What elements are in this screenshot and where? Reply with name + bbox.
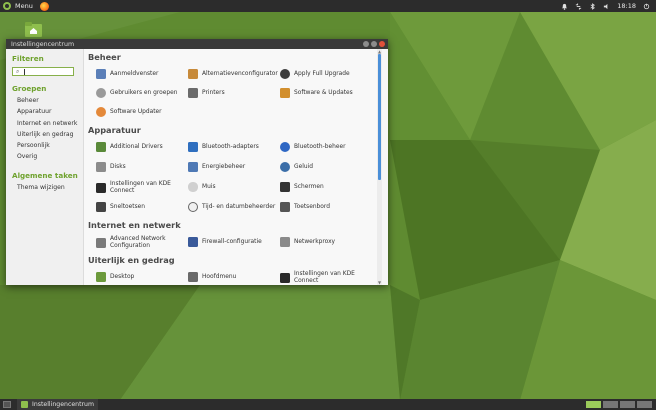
disks-icon xyxy=(96,162,106,172)
drivers-icon xyxy=(96,142,106,152)
keyboard-icon xyxy=(280,202,290,212)
mouse-icon xyxy=(188,182,198,192)
sidebar-item-uiterlijk[interactable]: Uiterlijk en gedrag xyxy=(17,131,83,138)
settings-item[interactable]: Geluid xyxy=(280,162,372,172)
settings-content: Beheer Aanmeldvenster Alternatievenconfi… xyxy=(84,49,382,285)
network-icon[interactable] xyxy=(575,2,582,10)
settings-item[interactable]: Schermen xyxy=(280,182,372,192)
workspace-1[interactable] xyxy=(586,401,601,408)
settings-item[interactable]: Tijd- en datumbeheerder xyxy=(188,202,280,212)
settings-item[interactable]: Bluetooth-adapters xyxy=(188,142,280,152)
settings-item[interactable]: Muis xyxy=(188,182,280,192)
category-heading: Apparatuur xyxy=(88,125,141,135)
home-folder-icon[interactable] xyxy=(25,21,42,37)
settings-item[interactable]: Alternatievenconfigurator xyxy=(188,69,280,79)
power-manager-icon xyxy=(188,162,198,172)
settings-app-icon xyxy=(21,401,28,408)
settings-item[interactable]: Energiebeheer xyxy=(188,162,280,172)
login-window-icon xyxy=(96,69,106,79)
settings-window: Instellingencentrum Filteren ⌕ Groepen B… xyxy=(6,39,388,285)
kde-connect-icon xyxy=(280,272,290,283)
bluetooth-icon[interactable] xyxy=(589,2,596,10)
category-heading: Uiterlijk en gedrag xyxy=(88,255,175,265)
updater-icon xyxy=(96,107,106,117)
sidebar: Filteren ⌕ Groepen Beheer Apparatuur Int… xyxy=(6,49,84,285)
settings-item[interactable]: Aanmeldvenster xyxy=(96,69,188,79)
groups-heading: Groepen xyxy=(12,84,47,93)
sidebar-item-internet[interactable]: Internet en netwerk xyxy=(17,120,83,127)
scrollbar[interactable]: ▲ ▼ xyxy=(377,49,382,285)
text-cursor xyxy=(24,69,25,75)
settings-item[interactable]: Netwerkproxy xyxy=(280,237,372,247)
settings-item[interactable]: Printers xyxy=(188,88,280,98)
close-button[interactable] xyxy=(379,41,385,47)
settings-item[interactable]: Bluetooth-beheer xyxy=(280,142,372,152)
scroll-down-arrow-icon[interactable]: ▼ xyxy=(377,280,382,285)
settings-item[interactable]: Toetsenbord xyxy=(280,202,372,212)
settings-item[interactable]: Software & Updates xyxy=(280,88,372,98)
taskbar-window-label: Instellingencentrum xyxy=(32,401,94,408)
sidebar-item-beheer[interactable]: Beheer xyxy=(17,97,83,104)
settings-item[interactable]: Hoofdmenu xyxy=(188,272,280,282)
sidebar-task-theme[interactable]: Thema wijzigen xyxy=(17,184,83,191)
settings-item[interactable]: Additional Drivers xyxy=(96,142,188,152)
workspace-3[interactable] xyxy=(620,401,635,408)
sidebar-item-apparatuur[interactable]: Apparatuur xyxy=(17,108,83,115)
proxy-icon xyxy=(280,237,290,247)
minimize-button[interactable] xyxy=(363,41,369,47)
category-heading: Internet en netwerk xyxy=(88,220,181,230)
settings-item[interactable]: Instellingen van KDE Connect xyxy=(280,271,372,284)
users-icon xyxy=(96,88,106,98)
settings-item[interactable]: Apply Full Upgrade xyxy=(280,69,372,79)
scrollbar-thumb[interactable] xyxy=(378,54,381,180)
bluetooth-manager-icon xyxy=(280,142,290,152)
bell-icon[interactable] xyxy=(561,3,568,10)
bluetooth-adapter-icon xyxy=(188,142,198,152)
settings-item[interactable]: Sneltoetsen xyxy=(96,202,188,212)
search-input[interactable]: ⌕ xyxy=(12,67,74,76)
desktop-icon xyxy=(96,272,106,282)
settings-item[interactable]: Software Updater xyxy=(96,107,188,117)
bottom-panel: Instellingencentrum xyxy=(0,399,656,410)
maximize-button[interactable] xyxy=(371,41,377,47)
window-titlebar[interactable]: Instellingencentrum xyxy=(6,39,388,49)
workspace-switcher xyxy=(586,401,656,408)
mint-logo-icon[interactable] xyxy=(3,2,11,10)
filter-heading: Filteren xyxy=(12,54,44,63)
upgrade-icon xyxy=(280,69,290,79)
settings-item[interactable]: Firewall-configuratie xyxy=(188,237,280,247)
display-icon xyxy=(280,182,290,192)
volume-icon[interactable] xyxy=(603,3,610,10)
settings-item[interactable]: Instellingen van KDE Connect xyxy=(96,181,188,194)
sidebar-item-persoonlijk[interactable]: Persoonlijk xyxy=(17,142,83,149)
settings-item[interactable]: Gebruikers en groepen xyxy=(96,88,188,98)
software-icon xyxy=(280,88,290,98)
settings-item[interactable]: Advanced Network Configuration xyxy=(96,236,188,249)
shortcuts-icon xyxy=(96,202,106,212)
printer-icon xyxy=(188,88,198,98)
window-title: Instellingencentrum xyxy=(11,40,75,48)
clock[interactable]: 18:18 xyxy=(617,2,636,10)
taskbar-window-button[interactable]: Instellingencentrum xyxy=(17,399,98,410)
settings-item[interactable]: Desktop xyxy=(96,272,188,282)
firewall-icon xyxy=(188,237,198,247)
alternatives-icon xyxy=(188,69,198,79)
sidebar-item-overig[interactable]: Overig xyxy=(17,153,83,160)
menu-button[interactable]: Menu xyxy=(15,2,33,10)
main-menu-icon xyxy=(188,272,198,282)
clock-icon xyxy=(188,202,198,212)
search-icon: ⌕ xyxy=(16,68,20,75)
workspace-4[interactable] xyxy=(637,401,652,408)
tasks-heading: Algemene taken xyxy=(12,170,78,180)
category-heading: Beheer xyxy=(88,52,121,62)
kde-connect-icon xyxy=(96,182,106,193)
network-config-icon xyxy=(96,237,106,248)
power-icon[interactable] xyxy=(643,3,650,10)
show-desktop-button[interactable] xyxy=(3,401,11,408)
top-panel: Menu 18:18 xyxy=(0,0,656,12)
settings-item[interactable]: Disks xyxy=(96,162,188,172)
firefox-icon[interactable] xyxy=(39,1,49,11)
sound-icon xyxy=(280,162,290,172)
workspace-2[interactable] xyxy=(603,401,618,408)
